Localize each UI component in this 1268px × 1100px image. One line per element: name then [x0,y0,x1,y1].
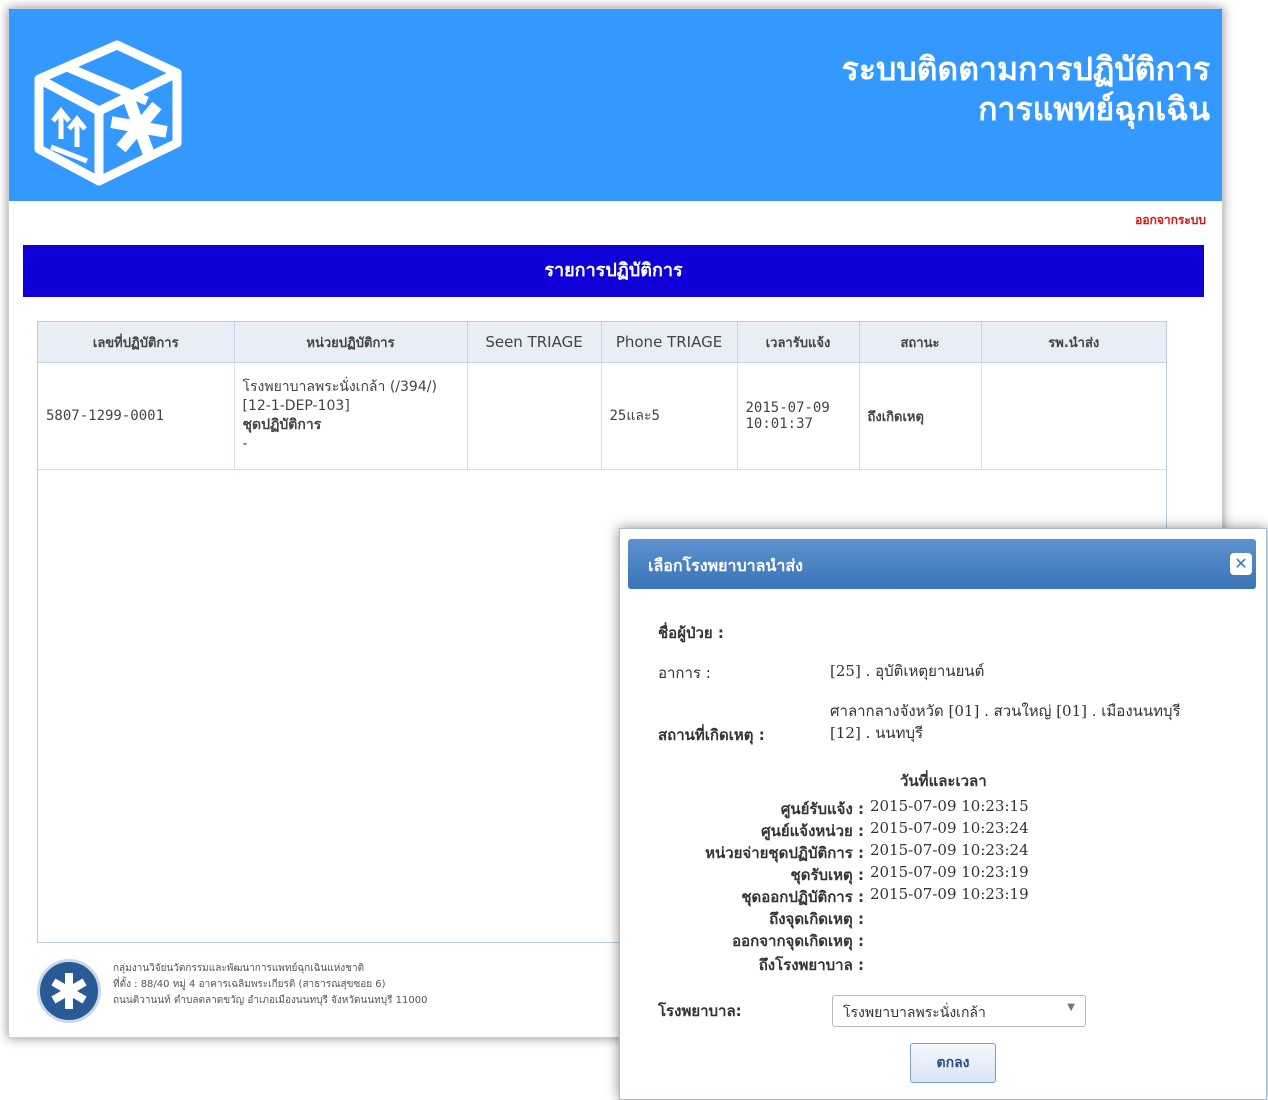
datetime-value: 2015-07-09 10:23:15 [870,797,1029,815]
ems-emblem-icon [37,959,101,1023]
seen-triage-cell [467,362,602,470]
table-header-row: เลขที่ปฏิบัติการ หน่วยปฏิบัติการ Seen TR… [38,322,1166,363]
close-icon[interactable]: ✕ [1230,553,1252,575]
received-time-cell: 2015-07-09 10:01:37 [737,362,860,470]
footer-line-2: ที่ตั้ง : 88/40 หมู่ 4 อาคารเฉลิมพระเกีย… [113,979,386,990]
datetime-value: 2015-07-09 10:23:19 [870,863,1029,881]
received-date: 2015-07-09 [745,400,830,416]
datetime-label: ศูนย์รับแจ้ง : [780,800,864,818]
footer-line-3: ถนนติวานนท์ ตำบลตลาดขวัญ อำเภอเมืองนนทบุ… [113,995,428,1006]
received-clock: 10:01:37 [745,416,813,432]
datetime-label: ชุดรับเหตุ : [790,866,864,884]
table-row[interactable]: 5807-1299-0001 โรงพยาบาลพระนั่งเกล้า (/3… [38,362,1166,470]
logout-link[interactable]: ออกจากระบบ [1135,211,1206,230]
column-header-hospital[interactable]: รพ.นำส่ง [981,322,1166,363]
footer-address: กลุ่มงานวิจัยนวัตกรรมและพัฒนาการแพทย์ฉุก… [113,961,427,1009]
datetime-value: 2015-07-09 10:23:19 [870,885,1029,903]
operations-table: เลขที่ปฏิบัติการ หน่วยปฏิบัติการ Seen TR… [38,322,1166,470]
symptom-value: [25] . อุบัติเหตุยานยนต์ [830,662,985,680]
datetime-row: หน่วยจ่ายชุดปฏิบัติการ : 2015-07-09 10:2… [620,841,1040,863]
column-header-received-time[interactable]: เวลารับแจ้ง [737,322,860,363]
datetime-label: ออกจากจุดเกิดเหตุ : [732,932,864,950]
datetime-label: หน่วยจ่ายชุดปฏิบัติการ : [705,844,864,862]
section-title-bar: รายการปฏิบัติการ [23,245,1204,297]
hospital-select[interactable]: โรงพยาบาลพระนั่งเกล้า ▼ [832,995,1086,1027]
package-box-logo-icon [27,31,189,191]
footer-line-1: กลุ่มงานวิจัยนวัตกรรมและพัฒนาการแพทย์ฉุก… [113,963,365,974]
ok-button[interactable]: ตกลง [910,1043,996,1083]
header: ระบบติดตามการปฏิบัติการ การแพทย์ฉุกเฉิน [9,9,1222,201]
datetime-row: ถึงโรงพยาบาล : [620,953,1040,975]
hospital-cell[interactable] [981,362,1166,470]
datetime-label: ชุดออกปฏิบัติการ : [741,888,864,906]
phone-triage-cell: 25และ5 [601,362,738,470]
chevron-down-icon[interactable]: ▼ [1067,1002,1075,1013]
column-header-phone-triage[interactable]: Phone TRIAGE [601,322,738,363]
symptom-label: อาการ : [658,664,711,682]
datetime-row: ชุดออกปฏิบัติการ : 2015-07-09 10:23:19 [620,885,1040,907]
datetime-label: ถึงจุดเกิดเหตุ : [769,910,864,928]
datetime-row: ศูนย์แจ้งหน่วย : 2015-07-09 10:23:24 [620,819,1040,841]
datetime-heading: วันที่และเวลา [900,772,987,790]
status-cell: ถึงเกิดเหตุ [859,362,982,470]
datetime-value: 2015-07-09 10:23:24 [870,841,1029,859]
system-title: ระบบติดตามการปฏิบัติการ การแพทย์ฉุกเฉิน [842,49,1210,129]
dialog-title: เลือกโรงพยาบาลนำส่ง [648,556,803,575]
unit-team-label: ชุดปฏิบัติการ [242,417,322,433]
unit-team-value: - [242,436,248,452]
location-line-2: [12] . นนทบุรี [830,724,924,742]
system-title-line2: การแพทย์ฉุกเฉิน [978,90,1210,128]
hospital-select-value: โรงพยาบาลพระนั่งเกล้า [843,1005,986,1021]
datetime-row: ออกจากจุดเกิดเหตุ : [620,929,1040,951]
column-header-op-number[interactable]: เลขที่ปฏิบัติการ [38,322,235,363]
datetime-value: 2015-07-09 10:23:24 [870,819,1029,837]
select-hospital-dialog: เลือกโรงพยาบาลนำส่ง ✕ ชื่อผู้ป่วย : อากา… [619,528,1267,1100]
column-header-seen-triage[interactable]: Seen TRIAGE [467,322,602,363]
datetime-label: ศูนย์แจ้งหน่วย : [761,822,864,840]
column-header-status[interactable]: สถานะ [859,322,982,363]
unit-name: โรงพยาบาลพระนั่งเกล้า (/394/) [242,379,437,395]
unit-cell: โรงพยาบาลพระนั่งเกล้า (/394/) [12-1-DEP-… [234,362,468,470]
system-title-line1: ระบบติดตามการปฏิบัติการ [841,50,1210,88]
op-number-cell[interactable]: 5807-1299-0001 [38,362,235,470]
patient-label: ชื่อผู้ป่วย : [658,624,724,642]
datetime-row: ถึงจุดเกิดเหตุ : [620,907,1040,929]
location-label: สถานที่เกิดเหตุ : [658,726,765,744]
datetime-label: ถึงโรงพยาบาล : [758,956,864,974]
datetime-row: ศูนย์รับแจ้ง : 2015-07-09 10:23:15 [620,797,1040,819]
datetime-row: ชุดรับเหตุ : 2015-07-09 10:23:19 [620,863,1040,885]
unit-code: [12-1-DEP-103] [242,398,350,414]
column-header-unit[interactable]: หน่วยปฏิบัติการ [234,322,468,363]
dialog-titlebar[interactable]: เลือกโรงพยาบาลนำส่ง ✕ [628,539,1256,589]
location-line-1: ศาลากลางจังหวัด [01] . สวนใหญ่ [01] . เม… [830,702,1181,720]
hospital-label: โรงพยาบาล: [658,1002,742,1020]
